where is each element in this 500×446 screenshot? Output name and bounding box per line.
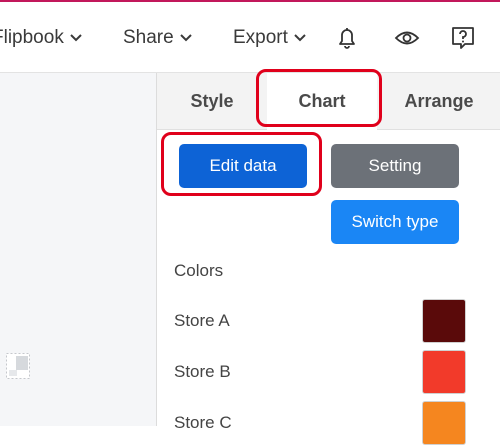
top-toolbar: Flipbook Share Export	[0, 2, 500, 73]
eye-icon[interactable]	[393, 24, 421, 52]
editor-canvas[interactable]	[0, 73, 156, 426]
color-row-store-a: Store A	[174, 298, 466, 344]
setting-button[interactable]: Setting	[331, 144, 459, 188]
color-row-label: Store A	[174, 311, 230, 330]
switch-type-label: Switch type	[351, 212, 439, 231]
help-icon[interactable]	[449, 24, 477, 52]
color-row-store-c: Store C	[174, 400, 466, 446]
flipbook-menu[interactable]: Flipbook	[0, 26, 82, 50]
canvas-element-thumbnail[interactable]	[6, 353, 30, 379]
flipbook-menu-label: Flipbook	[0, 27, 64, 48]
colors-section-label: Colors	[174, 261, 224, 280]
chevron-down-icon	[70, 34, 82, 42]
color-row-label: Store B	[174, 362, 231, 381]
switch-type-button[interactable]: Switch type	[331, 200, 459, 244]
edit-data-highlight	[161, 132, 322, 196]
export-menu-label: Export	[233, 27, 288, 48]
tab-arrange-label: Arrange	[404, 90, 474, 111]
color-swatch[interactable]	[422, 350, 466, 394]
tab-style[interactable]: Style	[157, 73, 267, 129]
setting-label: Setting	[368, 156, 422, 175]
tab-style-label: Style	[190, 90, 234, 111]
tab-arrange[interactable]: Arrange	[377, 73, 500, 129]
chart-tab-highlight	[256, 69, 382, 127]
color-swatch[interactable]	[422, 401, 466, 445]
share-menu-label: Share	[123, 27, 174, 48]
chevron-down-icon	[179, 34, 192, 42]
color-row-label: Store C	[174, 413, 232, 432]
share-menu[interactable]: Share	[123, 26, 192, 50]
color-row-store-b: Store B	[174, 349, 466, 395]
chevron-down-icon	[294, 34, 306, 42]
color-swatch[interactable]	[422, 299, 466, 343]
bell-icon[interactable]	[333, 24, 361, 52]
export-menu[interactable]: Export	[233, 26, 306, 50]
